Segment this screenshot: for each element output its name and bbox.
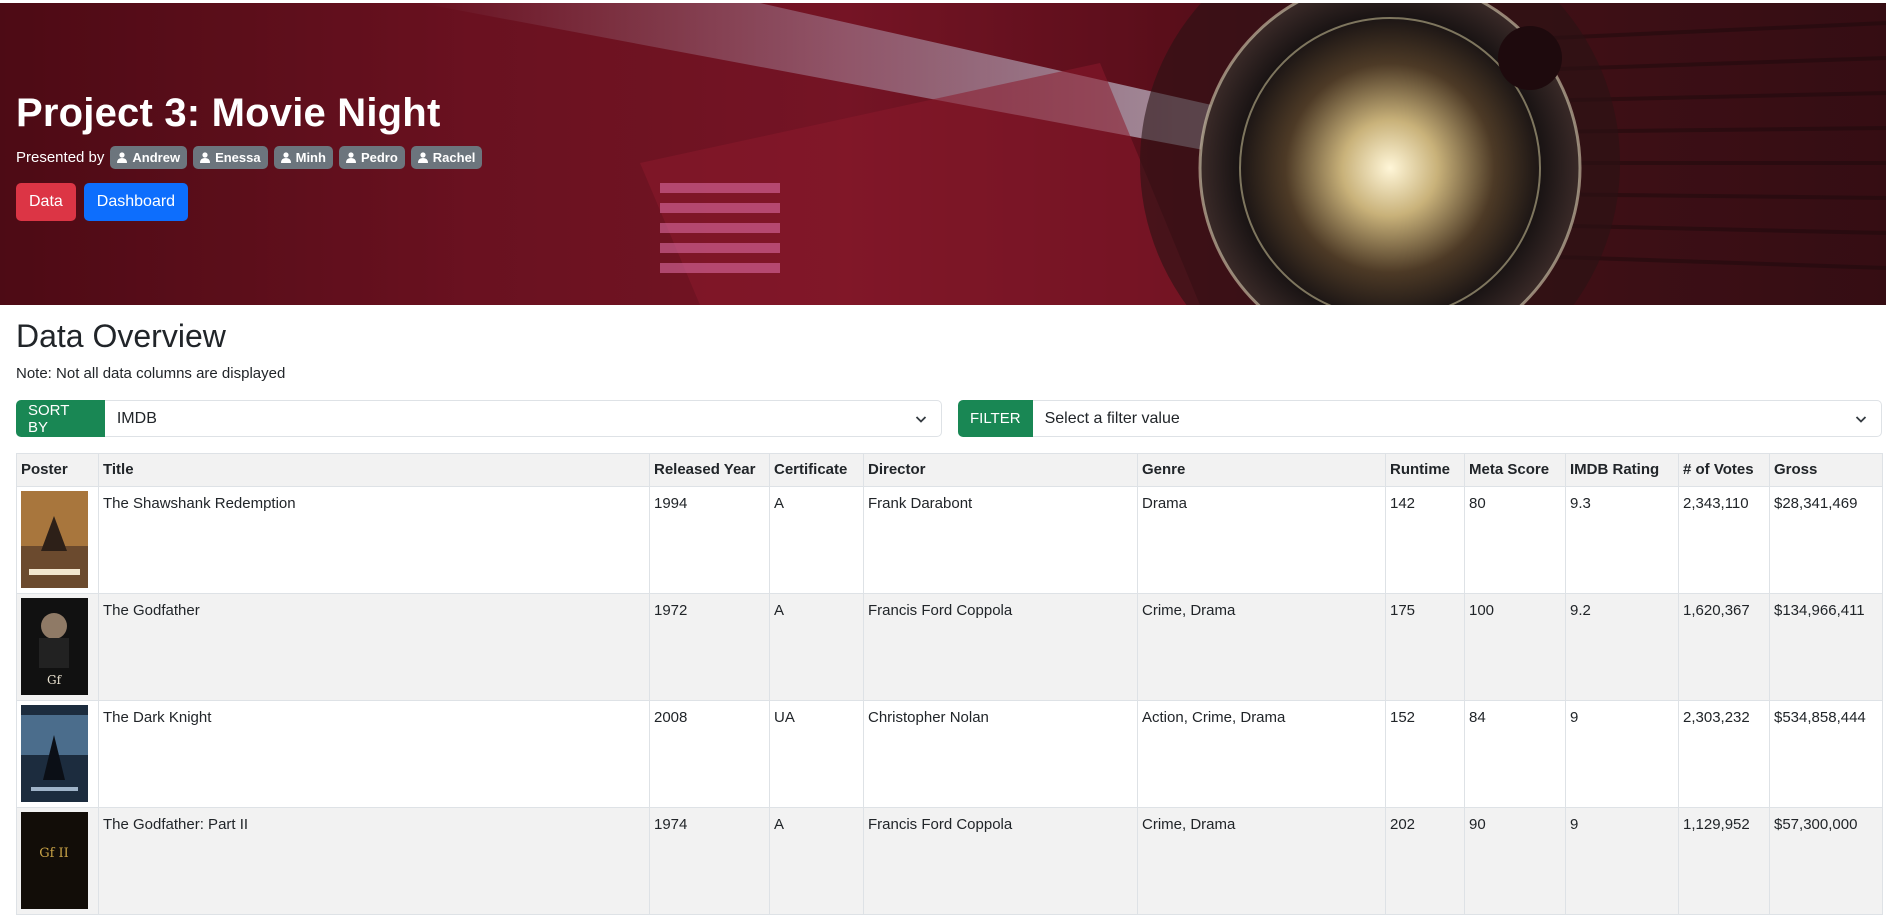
votes-cell: 2,303,232 — [1678, 700, 1770, 808]
table-header-row: Poster Title Released Year Certificate D… — [16, 453, 1883, 487]
column-header: Title — [98, 453, 650, 487]
presenters-row: Presented by Andrew Enessa Minh Pedro Ra… — [16, 146, 483, 169]
director-cell: Francis Ford Coppola — [863, 593, 1138, 701]
data-overview-section: Data Overview Note: Not all data columns… — [16, 318, 1883, 915]
gross-cell: $57,300,000 — [1769, 807, 1883, 915]
gross-cell: $28,341,469 — [1769, 486, 1883, 594]
table-row: Gf The Godfather 1972 A Francis Ford Cop… — [16, 593, 1883, 701]
year-cell: 1974 — [649, 807, 770, 915]
certificate-cell: A — [769, 807, 864, 915]
votes-cell: 1,129,952 — [1678, 807, 1770, 915]
filter-group: FILTER Select a filter value — [958, 400, 1882, 437]
poster-cell — [16, 486, 99, 594]
certificate-cell: A — [769, 593, 864, 701]
title-cell: The Shawshank Redemption — [98, 486, 650, 594]
year-cell: 1972 — [649, 593, 770, 701]
filter-placeholder: Select a filter value — [1044, 409, 1180, 427]
presenter-badge-rachel: Rachel — [410, 146, 483, 169]
director-cell: Christopher Nolan — [863, 700, 1138, 808]
hero-buttons: Data Dashboard — [16, 183, 482, 221]
runtime-cell: 152 — [1385, 700, 1465, 808]
column-header: Runtime — [1385, 453, 1465, 487]
table-row: The Dark Knight 2008 UA Christopher Nola… — [16, 700, 1883, 808]
imdb-rating-cell: 9 — [1565, 807, 1679, 915]
imdb-rating-cell: 9.3 — [1565, 486, 1679, 594]
meta-score-cell: 80 — [1464, 486, 1566, 594]
person-icon — [117, 152, 128, 163]
page-title: Project 3: Movie Night — [16, 91, 441, 135]
svg-text:Gf II: Gf II — [39, 846, 69, 861]
column-header: # of Votes — [1678, 453, 1770, 487]
column-header: Poster — [16, 453, 99, 487]
presenter-badge-enessa: Enessa — [193, 146, 268, 169]
sort-by-value: IMDB — [116, 409, 157, 427]
genre-cell: Crime, Drama — [1137, 593, 1386, 701]
column-header: Gross — [1769, 453, 1883, 487]
sort-group: SORT BY IMDB — [16, 400, 942, 437]
poster-cell — [16, 700, 99, 808]
chevron-down-icon — [915, 416, 927, 423]
sort-by-select[interactable]: IMDB — [104, 400, 942, 437]
meta-score-cell: 84 — [1464, 700, 1566, 808]
votes-cell: 1,620,367 — [1678, 593, 1770, 701]
poster-cell: Gf — [16, 593, 99, 701]
gross-cell: $134,966,411 — [1769, 593, 1883, 701]
presenter-badge-andrew: Andrew — [110, 146, 188, 169]
dashboard-button[interactable]: Dashboard — [83, 183, 189, 221]
director-cell: Francis Ford Coppola — [863, 807, 1138, 915]
votes-cell: 2,343,110 — [1678, 486, 1770, 594]
hero-content: Project 3: Movie Night Presented by Andr… — [16, 91, 483, 221]
imdb-rating-cell: 9.2 — [1565, 593, 1679, 701]
imdb-rating-cell: 9 — [1565, 700, 1679, 808]
runtime-cell: 175 — [1385, 593, 1465, 701]
poster-image: Gf — [21, 598, 88, 695]
controls-row: SORT BY IMDB FILTER Select a filter valu… — [16, 400, 1882, 437]
column-header: Meta Score — [1464, 453, 1566, 487]
person-icon — [280, 152, 291, 163]
filter-select[interactable]: Select a filter value — [1032, 400, 1882, 437]
genre-cell: Action, Crime, Drama — [1137, 700, 1386, 808]
director-cell: Frank Darabont — [863, 486, 1138, 594]
column-header: Genre — [1137, 453, 1386, 487]
filter-label: FILTER — [958, 400, 1033, 437]
person-icon — [200, 152, 211, 163]
genre-cell: Drama — [1137, 486, 1386, 594]
table-row: The Shawshank Redemption 1994 A Frank Da… — [16, 486, 1883, 594]
column-header: Released Year — [649, 453, 770, 487]
presenter-badge-pedro: Pedro — [338, 146, 405, 169]
year-cell: 2008 — [649, 700, 770, 808]
runtime-cell: 202 — [1385, 807, 1465, 915]
person-icon — [345, 152, 356, 163]
meta-score-cell: 90 — [1464, 807, 1566, 915]
svg-text:Gf: Gf — [47, 673, 63, 687]
meta-score-cell: 100 — [1464, 593, 1566, 701]
column-header: Certificate — [769, 453, 864, 487]
section-title: Data Overview — [16, 318, 226, 354]
poster-image — [21, 491, 88, 588]
person-icon — [417, 152, 428, 163]
certificate-cell: UA — [769, 700, 864, 808]
certificate-cell: A — [769, 486, 864, 594]
column-header: Director — [863, 453, 1138, 487]
section-note: Note: Not all data columns are displayed — [16, 365, 286, 382]
data-button[interactable]: Data — [16, 183, 76, 221]
table-row: Gf II The Godfather: Part II 1974 A Fran… — [16, 807, 1883, 915]
hero-banner: Project 3: Movie Night Presented by Andr… — [0, 3, 1886, 305]
sort-by-label: SORT BY — [16, 400, 105, 437]
poster-image — [21, 705, 88, 802]
gross-cell: $534,858,444 — [1769, 700, 1883, 808]
chevron-down-icon — [1855, 416, 1867, 423]
presenter-badge-minh: Minh — [273, 146, 333, 169]
year-cell: 1994 — [649, 486, 770, 594]
column-header: IMDB Rating — [1565, 453, 1679, 487]
poster-cell: Gf II — [16, 807, 99, 915]
title-cell: The Godfather: Part II — [98, 807, 650, 915]
genre-cell: Crime, Drama — [1137, 807, 1386, 915]
movies-table: Poster Title Released Year Certificate D… — [16, 453, 1883, 915]
poster-image: Gf II — [21, 812, 88, 909]
presented-by-label: Presented by — [16, 149, 105, 166]
title-cell: The Dark Knight — [98, 700, 650, 808]
runtime-cell: 142 — [1385, 486, 1465, 594]
title-cell: The Godfather — [98, 593, 650, 701]
